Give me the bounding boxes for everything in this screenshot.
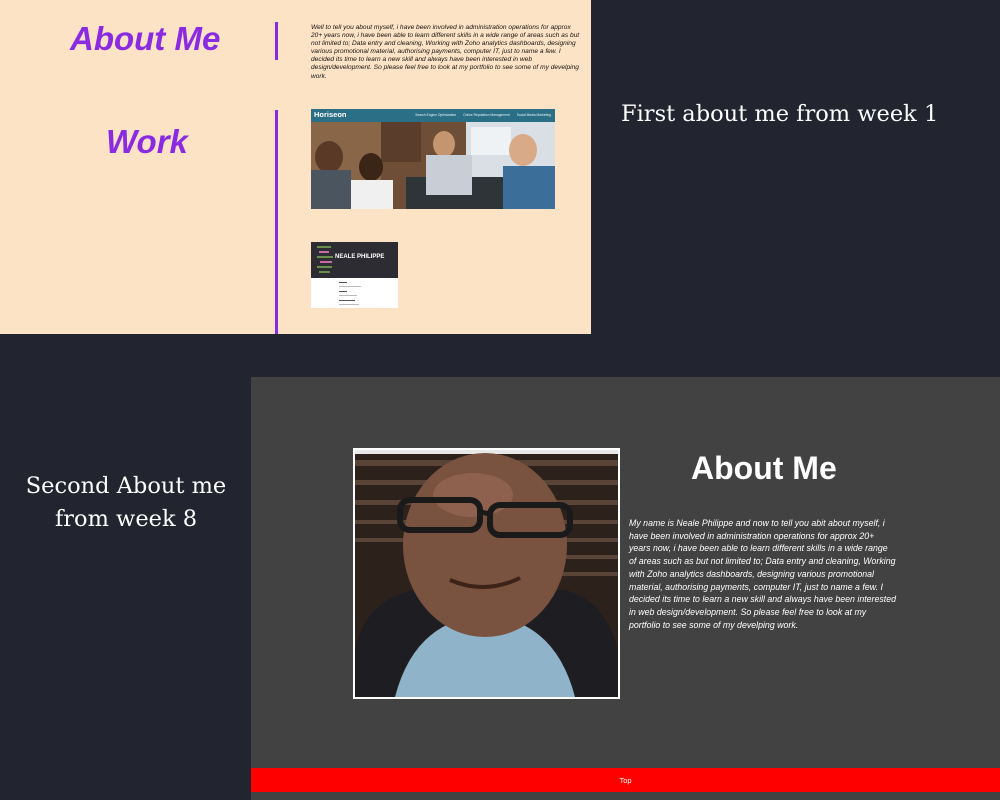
horiseon-nav-item: Online Reputation Management (463, 113, 510, 117)
horiseon-nav-item: Social Media Marketing (516, 113, 551, 117)
about-divider (275, 22, 278, 60)
about-me-bio: My name is Neale Philippe and now to tel… (629, 518, 896, 630)
caption-week8: Second About me from week 8 (25, 473, 227, 532)
portfolio-hero: NEALE PHILIPPE (311, 242, 398, 278)
portfolio-project-thumbnail[interactable]: NEALE PHILIPPE (311, 242, 398, 308)
about-me-text: Well to tell you about myself, i have be… (311, 24, 580, 80)
horiseon-nav-item: Search Engine Optimization (415, 113, 457, 117)
footer-bar: Top (251, 768, 1000, 792)
profile-photo-image (355, 450, 618, 697)
horiseon-nav: Search Engine Optimization Online Reputa… (415, 113, 551, 117)
about-me-heading: About Me (691, 450, 837, 486)
about-me-heading: About Me (70, 20, 221, 57)
team-meeting-photo (311, 122, 555, 209)
horiseon-header: Horiseon Search Engine Optimization Onli… (311, 109, 555, 122)
week8-about-page: About Me My name is Neale Philippe and n… (251, 377, 1000, 800)
work-heading: Work (106, 123, 188, 160)
profile-photo (353, 448, 620, 699)
back-to-top-link[interactable]: Top (619, 776, 631, 785)
caption-week1: First about me from week 1 (621, 101, 939, 127)
portfolio-name: NEALE PHILIPPE (335, 254, 385, 260)
horiseon-logo: Horiseon (314, 110, 347, 119)
horiseon-project-thumbnail[interactable]: Horiseon Search Engine Optimization Onli… (311, 109, 555, 209)
work-divider (275, 110, 278, 334)
week1-about-page: About Me Well to tell you about myself, … (0, 0, 591, 334)
